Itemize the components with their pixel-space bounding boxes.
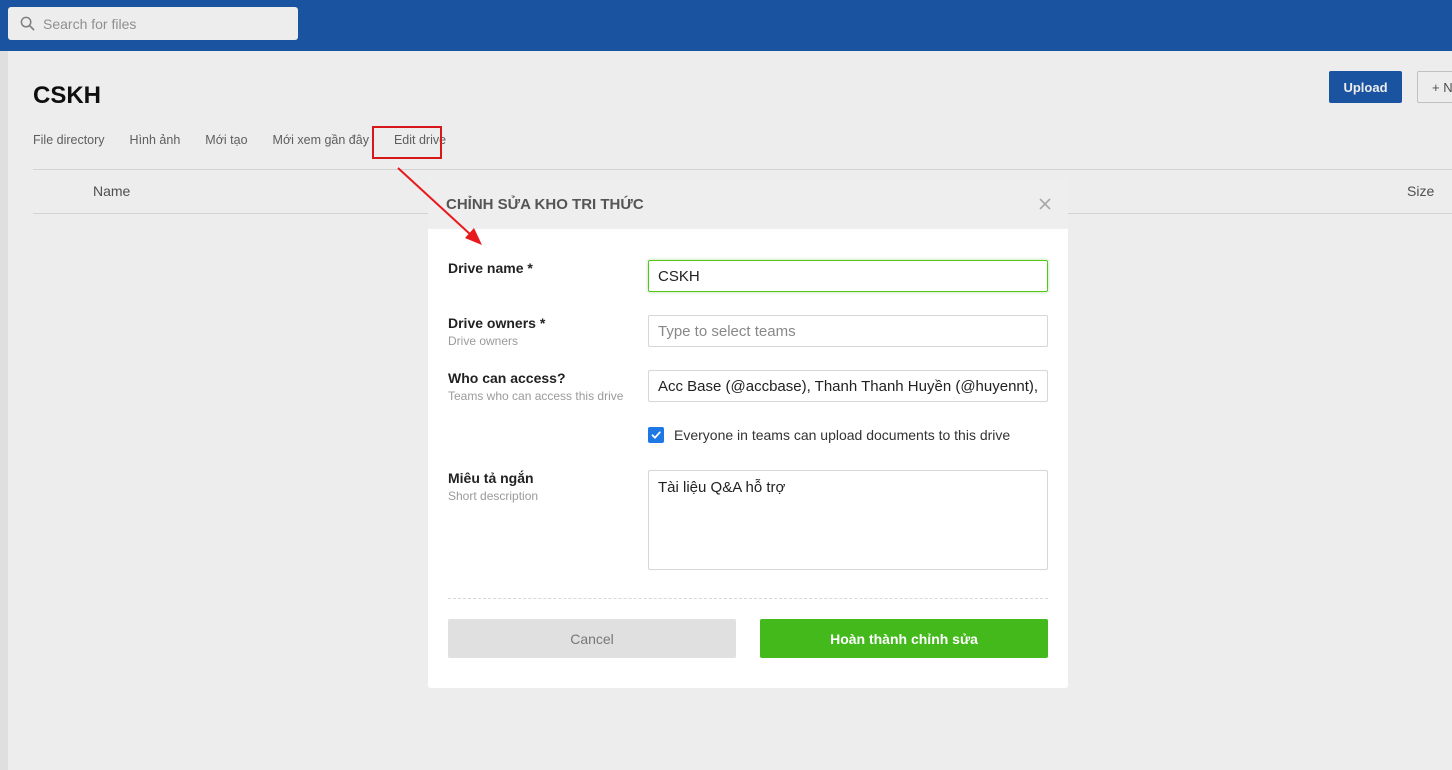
drive-owners-sublabel: Drive owners — [448, 334, 519, 348]
drive-name-input[interactable] — [648, 260, 1048, 292]
dialog-title: CHỈNH SỬA KHO TRI THỨC — [446, 196, 644, 213]
access-teams-input[interactable] — [648, 370, 1048, 402]
upload-permission-label[interactable]: Everyone in teams can upload documents t… — [674, 427, 1010, 443]
cancel-button[interactable]: Cancel — [448, 619, 736, 658]
access-label: Who can access? — [448, 370, 566, 386]
description-textarea[interactable]: Tài liệu Q&A hỗ trợ — [648, 470, 1048, 570]
edit-drive-dialog: CHỈNH SỬA KHO TRI THỨC Drive name * Driv… — [428, 180, 1068, 688]
upload-permission-checkbox[interactable] — [648, 427, 664, 443]
description-sublabel: Short description — [448, 489, 539, 503]
drive-owners-input[interactable] — [648, 315, 1048, 347]
dialog-footer-divider — [448, 598, 1048, 599]
description-label: Miêu tả ngắn — [448, 470, 534, 486]
upload-permission-row[interactable]: Everyone in teams can upload documents t… — [648, 427, 1010, 443]
drive-owners-label: Drive owners * — [448, 315, 546, 331]
checkmark-icon — [651, 431, 661, 439]
drive-name-label: Drive name * — [448, 260, 533, 276]
close-icon[interactable] — [1037, 196, 1053, 212]
save-changes-button[interactable]: Hoàn thành chỉnh sửa — [760, 619, 1048, 658]
dialog-header: CHỈNH SỬA KHO TRI THỨC — [428, 180, 1068, 229]
access-sublabel: Teams who can access this drive — [448, 389, 624, 403]
